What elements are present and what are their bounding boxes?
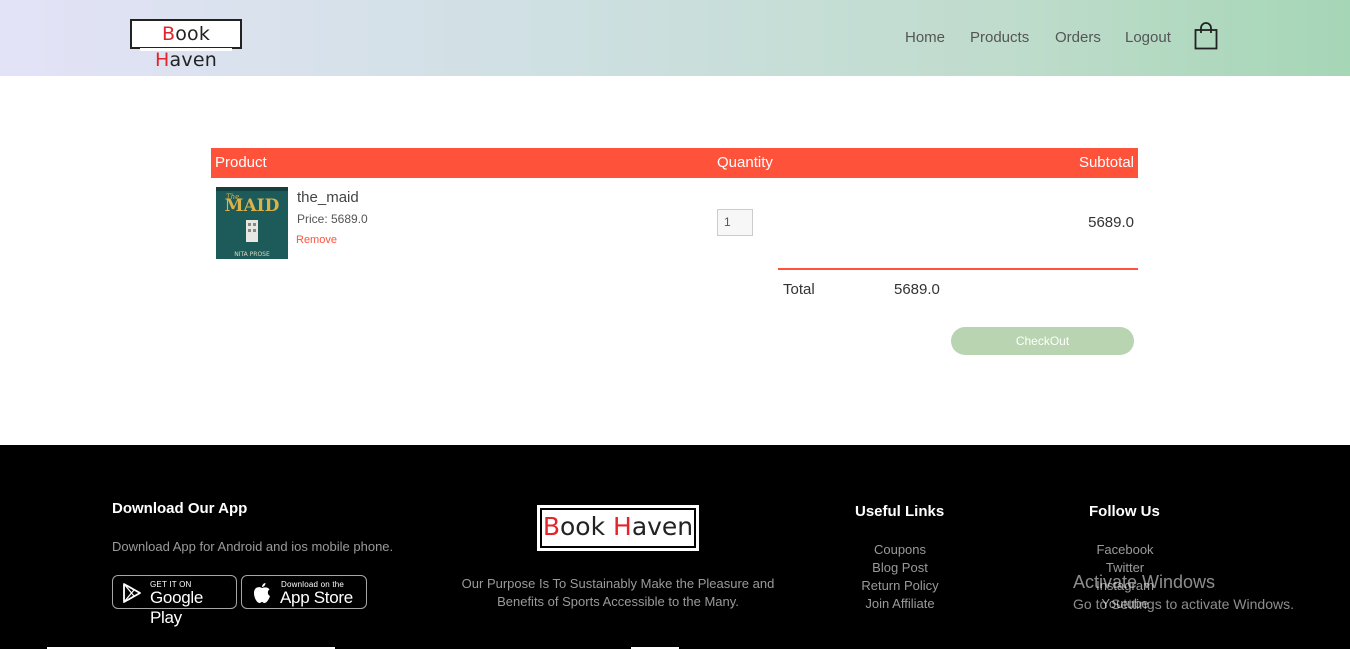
total-value: 5689.0 xyxy=(894,281,940,298)
brand-logo[interactable]: Book Haven xyxy=(130,19,242,71)
nav-orders[interactable]: Orders xyxy=(1055,29,1101,46)
cart-table-header: Product Quantity Subtotal xyxy=(211,148,1138,178)
shopping-bag-icon[interactable] xyxy=(1194,22,1218,50)
link-coupons[interactable]: Coupons xyxy=(800,542,1000,557)
logo-text-aven: aven xyxy=(169,49,217,71)
logo-text-ook: ook xyxy=(175,23,211,45)
total-divider xyxy=(778,268,1138,270)
google-play-icon xyxy=(123,583,141,603)
activate-windows-title: Activate Windows xyxy=(1073,572,1216,592)
google-play-large-text: Google Play xyxy=(150,588,204,627)
product-name: the_maid xyxy=(297,189,359,206)
column-quantity: Quantity xyxy=(717,154,773,171)
app-store-large-text: App Store xyxy=(280,588,353,607)
nav-logout[interactable]: Logout xyxy=(1125,29,1171,46)
logo-letter-h: H xyxy=(155,49,170,71)
total-label: Total xyxy=(783,281,815,298)
column-product: Product xyxy=(215,154,267,171)
link-facebook[interactable]: Facebook xyxy=(1025,542,1225,557)
footer-logo-letter-h: H xyxy=(613,512,632,541)
purpose-line-1: Our Purpose Is To Sustainably Make the P… xyxy=(461,576,775,591)
site-header: Book Haven Home Products Orders Logout xyxy=(0,0,1350,76)
app-store-badge[interactable]: Download on the App Store xyxy=(241,575,367,609)
footer-logo-text-aven: aven xyxy=(631,512,694,541)
footer-logo-letter-b: B xyxy=(542,512,560,541)
svg-text:NITA PROSE: NITA PROSE xyxy=(234,251,270,258)
download-app-text: Download App for Android and ios mobile … xyxy=(112,539,394,554)
remove-link[interactable]: Remove xyxy=(296,234,337,246)
quantity-input[interactable]: 1 xyxy=(717,209,753,236)
link-join-affiliate[interactable]: Join Affiliate xyxy=(800,596,1000,611)
column-subtotal: Subtotal xyxy=(1078,154,1134,171)
book-cover-image: MAID The NITA PROSE xyxy=(216,187,288,259)
product-price: Price: 5689.0 xyxy=(297,212,368,226)
footer-logo-text-ook: ook xyxy=(559,512,613,541)
link-blog-post[interactable]: Blog Post xyxy=(800,560,1000,575)
checkout-button[interactable]: CheckOut xyxy=(951,327,1134,355)
purpose-line-2: Benefits of Sports Accessible to the Man… xyxy=(497,594,739,609)
item-subtotal: 5689.0 xyxy=(1088,214,1134,231)
link-return-policy[interactable]: Return Policy xyxy=(800,578,1000,593)
activate-windows-text: Go to Settings to activate Windows. xyxy=(1073,596,1294,612)
google-play-badge[interactable]: GET IT ON Google Play xyxy=(112,575,237,627)
logo-letter-b: B xyxy=(161,23,176,45)
download-app-title: Download Our App xyxy=(112,500,248,517)
follow-us-title: Follow Us xyxy=(1089,503,1160,520)
svg-text:The: The xyxy=(226,193,239,201)
nav-home[interactable]: Home xyxy=(905,29,945,46)
apple-icon xyxy=(254,583,270,603)
nav-products[interactable]: Products xyxy=(970,29,1029,46)
useful-links-title: Useful Links xyxy=(855,503,945,520)
footer-brand-logo[interactable]: Book Haven xyxy=(537,505,699,551)
